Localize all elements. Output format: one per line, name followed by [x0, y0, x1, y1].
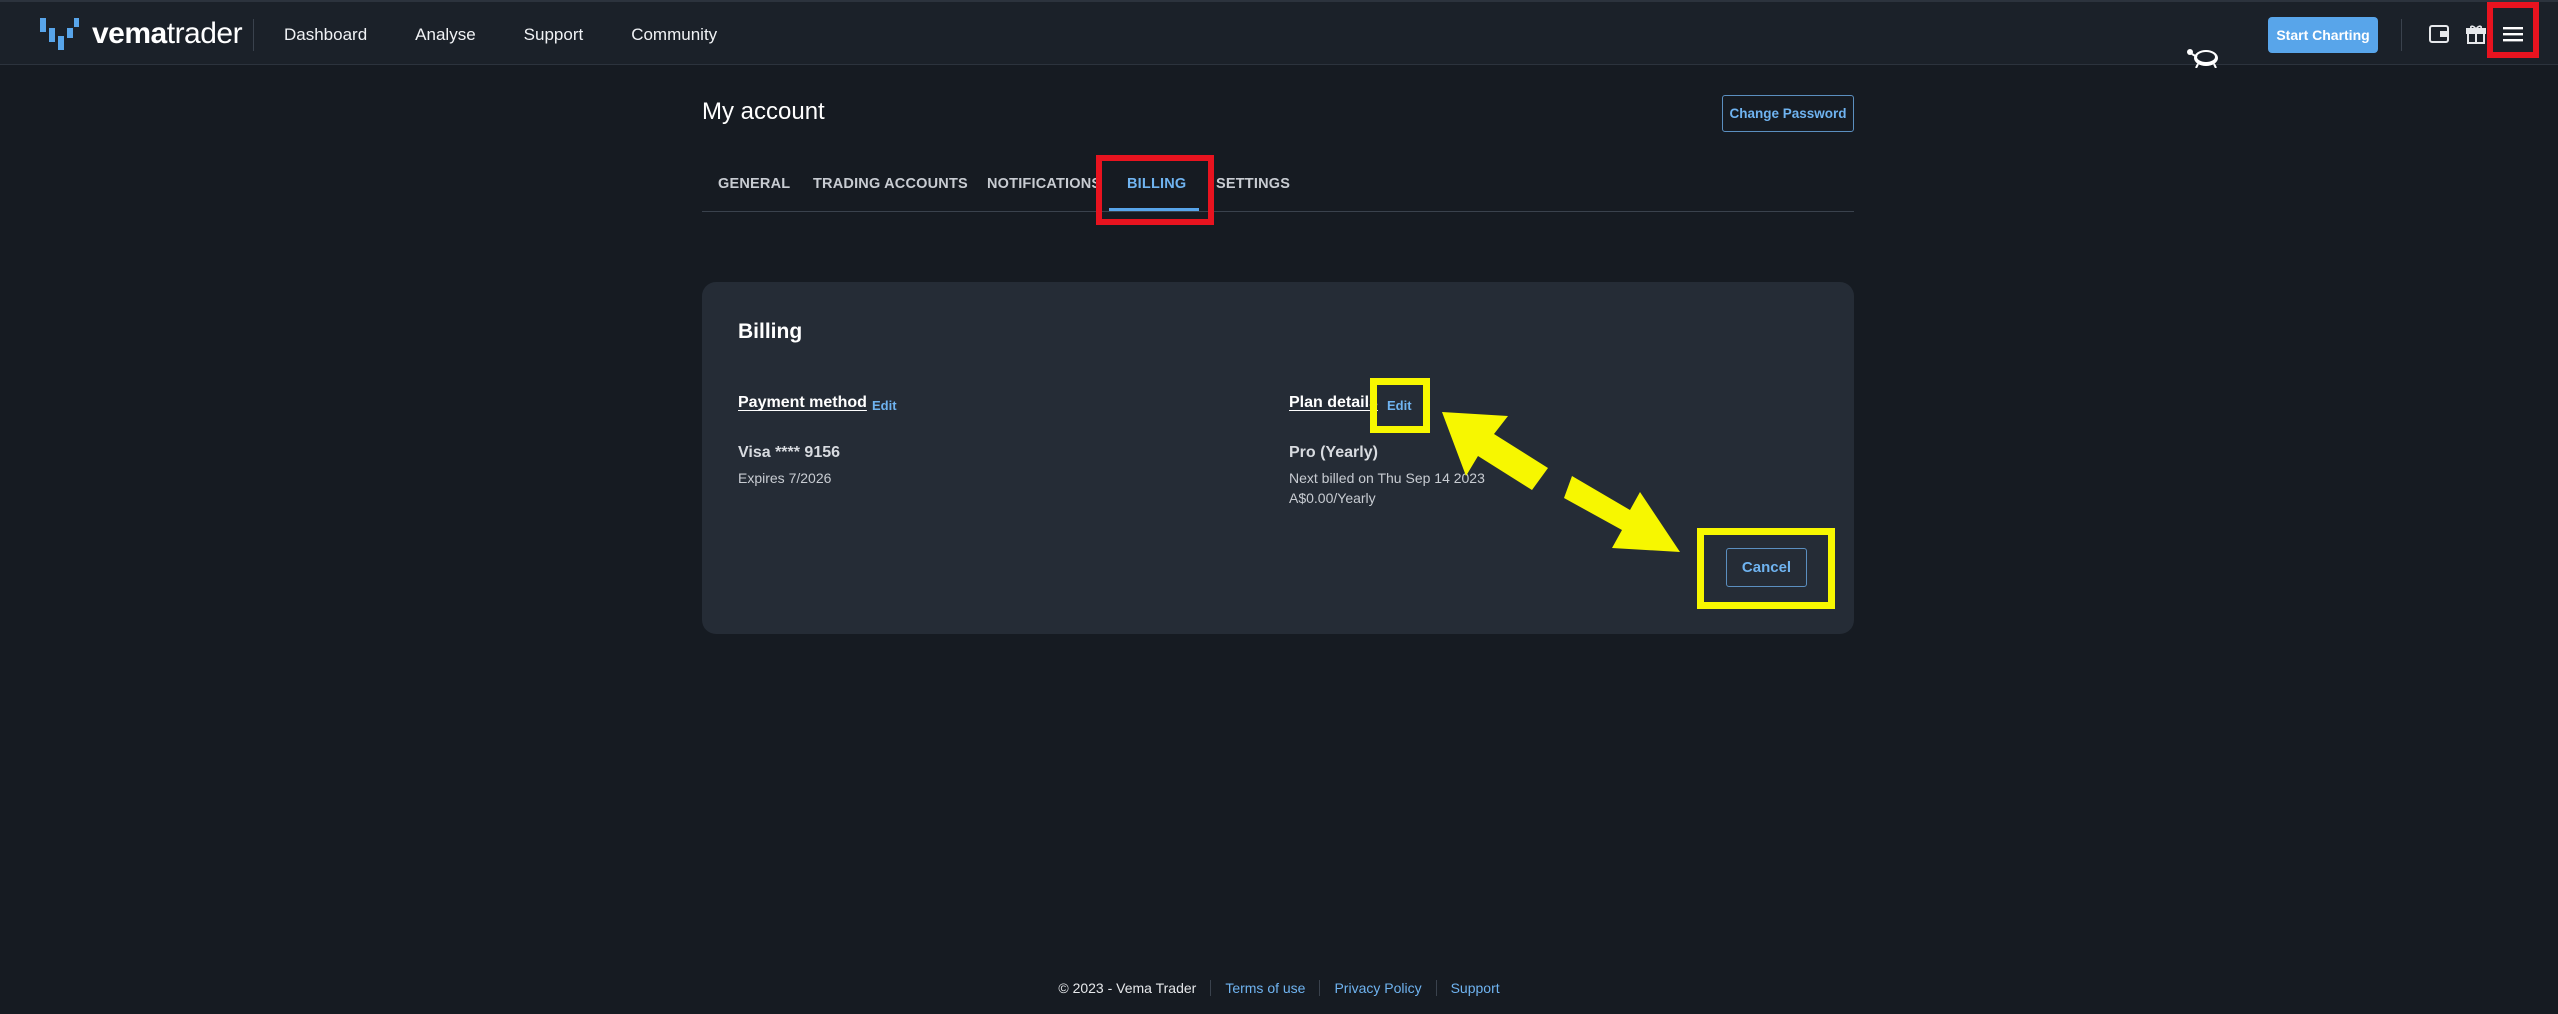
edit-payment-method-link[interactable]: Edit — [872, 398, 897, 413]
plan-details-heading: Plan details — [1289, 394, 1378, 411]
plan-name-value: Pro (Yearly) — [1289, 444, 1378, 461]
billing-card: Billing Payment method Edit Visa **** 91… — [702, 282, 1854, 634]
tab-general[interactable]: GENERAL — [718, 160, 790, 212]
main-nav: Dashboard Analyse Support Community — [284, 2, 765, 67]
billing-card-title: Billing — [738, 320, 803, 343]
tab-billing[interactable]: BILLING — [1127, 160, 1186, 212]
vema-logo-icon — [40, 18, 79, 50]
page-title: My account — [702, 98, 825, 125]
payment-expiry-value: Expires 7/2026 — [738, 470, 832, 486]
plan-next-billed-value: Next billed on Thu Sep 14 2023 — [1289, 470, 1485, 486]
nav-analyse[interactable]: Analyse — [415, 25, 475, 45]
nav-dashboard[interactable]: Dashboard — [284, 25, 367, 45]
footer-privacy-link[interactable]: Privacy Policy — [1319, 980, 1435, 996]
tab-notifications[interactable]: NOTIFICATIONS — [987, 160, 1101, 212]
footer-terms-link[interactable]: Terms of use — [1210, 980, 1319, 996]
cancel-subscription-button[interactable]: Cancel — [1726, 548, 1807, 587]
change-password-button[interactable]: Change Password — [1722, 95, 1854, 132]
hamburger-menu-icon[interactable] — [2501, 22, 2525, 46]
nav-divider-right — [2401, 19, 2402, 51]
brand-name: vematrader — [92, 17, 243, 50]
tab-trading-accounts[interactable]: TRADING ACCOUNTS — [813, 160, 968, 212]
tab-settings[interactable]: SETTINGS — [1216, 160, 1290, 212]
account-tabs: GENERAL TRADING ACCOUNTS NOTIFICATIONS B… — [702, 160, 1854, 212]
nav-divider — [253, 19, 254, 51]
edit-plan-link[interactable]: Edit — [1387, 398, 1412, 413]
plan-price-value: A$0.00/Yearly — [1289, 490, 1376, 506]
start-charting-button[interactable]: Start Charting — [2268, 17, 2378, 53]
turtle-mascot-icon — [2187, 49, 2218, 68]
nav-support[interactable]: Support — [524, 25, 584, 45]
wallet-icon[interactable] — [2427, 22, 2451, 46]
footer-support-link[interactable]: Support — [1435, 980, 1514, 996]
footer: © 2023 - Vema Trader Terms of use Privac… — [0, 980, 2558, 996]
nav-community[interactable]: Community — [631, 25, 717, 45]
gift-icon[interactable] — [2464, 22, 2488, 46]
payment-card-value: Visa **** 9156 — [738, 444, 841, 461]
brand-logo[interactable]: vematrader — [40, 16, 243, 52]
footer-copyright: © 2023 - Vema Trader — [1058, 980, 1197, 996]
top-navbar: vematrader Dashboard Analyse Support Com… — [0, 0, 2558, 68]
payment-method-heading: Payment method — [738, 394, 867, 411]
active-tab-indicator — [1109, 208, 1199, 211]
